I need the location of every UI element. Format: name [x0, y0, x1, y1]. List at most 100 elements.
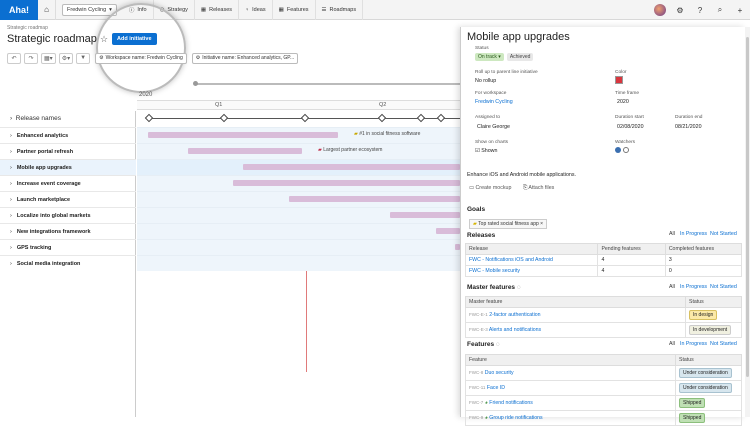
redo-icon[interactable]: ↷	[24, 52, 38, 64]
status-badge[interactable]: Shipped	[679, 398, 706, 408]
home-icon[interactable]: ⌂	[38, 0, 56, 20]
release-link[interactable]: FWC - Notifications iOS and Android	[464, 254, 599, 266]
chevron-right-icon[interactable]: ›	[10, 245, 12, 251]
table-row[interactable]: FWC-7 ◕ Friend notifications Shipped	[465, 395, 742, 411]
timeline-scroll-handle[interactable]	[193, 81, 198, 86]
chevron-right-icon[interactable]: ›	[10, 197, 12, 203]
timeline-row-lane[interactable]	[137, 239, 460, 255]
refresh-icon[interactable]: ◌	[517, 284, 521, 291]
duration-end-value[interactable]: 08/21/2020	[675, 124, 702, 130]
initiative-bar[interactable]	[289, 196, 460, 202]
initiative-bar[interactable]	[233, 180, 460, 186]
table-row[interactable]: FWC-8 Duo security Under consideration	[465, 365, 742, 381]
panel-scrollbar[interactable]	[745, 27, 750, 417]
releases-filter-all[interactable]: All	[669, 231, 675, 237]
rollup-value[interactable]: No rollup	[475, 78, 496, 84]
releases-filter-not-started[interactable]: Not Started	[710, 231, 737, 237]
master-filter-all[interactable]: All	[669, 284, 675, 290]
features-filter-all[interactable]: All	[669, 341, 675, 347]
table-row[interactable]: FWC-E-1 2-factor authentication In design	[465, 307, 742, 323]
table-row[interactable]: FWC - Mobile security 4 0	[464, 265, 743, 277]
nav-releases[interactable]: ▦ Releases	[195, 0, 240, 20]
refresh-icon[interactable]: ◌	[496, 341, 500, 348]
release-link[interactable]: FWC - Mobile security	[464, 265, 599, 277]
feature-link[interactable]: Group ride notifications	[489, 415, 542, 421]
add-icon[interactable]: +	[730, 0, 750, 20]
status-badge[interactable]: In development	[689, 325, 732, 335]
aha-logo[interactable]: Aha!	[0, 0, 38, 20]
star-icon[interactable]: ☆	[100, 34, 108, 45]
status-badge[interactable]: In design	[689, 310, 718, 320]
initiative-bar[interactable]	[243, 164, 460, 170]
filter-icon[interactable]: ▼	[76, 52, 91, 64]
watcher-avatar[interactable]	[615, 147, 621, 153]
add-watcher-icon[interactable]	[623, 147, 629, 153]
gear-icon[interactable]: ⚙	[670, 0, 690, 20]
nav-features[interactable]: ▦ Features	[273, 0, 316, 20]
chevron-right-icon[interactable]: ›	[10, 213, 12, 219]
initiative-row[interactable]: › Increase event coverage	[0, 175, 136, 191]
duration-start-value[interactable]: 02/08/2020	[617, 124, 644, 130]
status-badge[interactable]: Under consideration	[679, 368, 732, 378]
release-milestone[interactable]	[416, 113, 426, 123]
attach-files-link[interactable]: ⎘ Attach files	[523, 185, 554, 192]
chevron-right-icon[interactable]: ›	[10, 149, 12, 155]
breadcrumb[interactable]: Strategic roadmap	[7, 25, 48, 31]
initiative-row[interactable]: › Enhanced analytics	[0, 127, 136, 143]
initiative-bar[interactable]	[148, 132, 338, 138]
initiative-row[interactable]: › GPS tracking	[0, 239, 136, 255]
initiative-row[interactable]: › Localize into global markets	[0, 207, 136, 223]
nav-info[interactable]: ⓘ Info	[123, 0, 154, 20]
features-filter-in-progress[interactable]: In Progress	[680, 341, 707, 347]
release-milestone[interactable]	[377, 113, 387, 123]
search-icon[interactable]: ⌕	[710, 0, 730, 20]
color-swatch[interactable]	[615, 76, 623, 84]
initiative-row[interactable]: › Mobile app upgrades	[0, 159, 136, 175]
settings-dropdown[interactable]: ⚙▾	[58, 52, 74, 64]
initiative-filter[interactable]: ⚙ Initiative name: Enhanced analytics, G…	[191, 52, 299, 64]
table-row[interactable]: FWC-11 Face ID Under consideration	[465, 380, 742, 396]
panel-title[interactable]: Mobile app upgrades	[467, 31, 570, 43]
workspace-selector[interactable]: Fredwin Cycling ▾	[62, 3, 117, 16]
nav-ideas[interactable]: ♀ Ideas	[239, 0, 273, 20]
user-avatar[interactable]	[654, 4, 666, 16]
timeline-scrollbar[interactable]	[195, 83, 460, 85]
releases-filter-in-progress[interactable]: In Progress	[680, 231, 707, 237]
calendar-dropdown[interactable]: ▦▾	[41, 52, 56, 64]
initiative-row[interactable]: › Partner portal refresh	[0, 143, 136, 159]
status-badge[interactable]: On track ▾	[475, 53, 504, 61]
add-initiative-button[interactable]: Add initiative	[112, 33, 157, 45]
achieved-button[interactable]: Achieved	[506, 53, 534, 61]
nav-strategy[interactable]: ◎ Strategy	[154, 0, 195, 20]
table-row[interactable]: FWC - Notifications iOS and Android 4 3	[464, 254, 743, 266]
workspace-link[interactable]: Fredwin Cycling	[475, 99, 513, 105]
timeframe-value[interactable]: 2020	[617, 99, 629, 105]
status-badge[interactable]: Shipped	[679, 413, 706, 423]
feature-link[interactable]: Friend notifications	[489, 400, 533, 406]
chevron-right-icon[interactable]: ›	[10, 165, 12, 171]
initiative-bar[interactable]	[390, 212, 460, 218]
master-feature-link[interactable]: Alerts and notifications	[489, 327, 541, 333]
help-icon[interactable]: ?	[690, 0, 710, 20]
release-milestone[interactable]	[219, 113, 229, 123]
timeline-row-lane[interactable]	[137, 255, 460, 271]
timeline-row-lane[interactable]	[137, 223, 460, 239]
initiative-row[interactable]: › Launch marketplace	[0, 191, 136, 207]
initiative-row[interactable]: › Social media integration	[0, 255, 136, 271]
features-filter-not-started[interactable]: Not Started	[710, 341, 737, 347]
chevron-right-icon[interactable]: ›	[10, 133, 12, 139]
release-names-toggle[interactable]: › Release names	[10, 115, 61, 122]
chevron-right-icon[interactable]: ›	[10, 229, 12, 235]
initiative-bar[interactable]	[436, 228, 460, 234]
goal-annotation[interactable]: ▰ #1 in social fitness software	[354, 131, 420, 137]
feature-link[interactable]: Face ID	[487, 385, 505, 391]
scrollbar-thumb[interactable]	[746, 37, 749, 377]
goal-tag[interactable]: ▰ Top rated social fitness app ×	[469, 219, 548, 229]
release-milestone[interactable]	[144, 113, 154, 123]
chevron-right-icon[interactable]: ›	[10, 261, 12, 267]
create-mockup-link[interactable]: ▭ Create mockup	[469, 185, 511, 191]
assigned-value[interactable]: Claire George	[477, 124, 510, 130]
initiative-bar[interactable]	[188, 148, 302, 154]
remove-goal-icon[interactable]: ×	[540, 221, 543, 227]
status-badge[interactable]: Under consideration	[679, 383, 732, 393]
